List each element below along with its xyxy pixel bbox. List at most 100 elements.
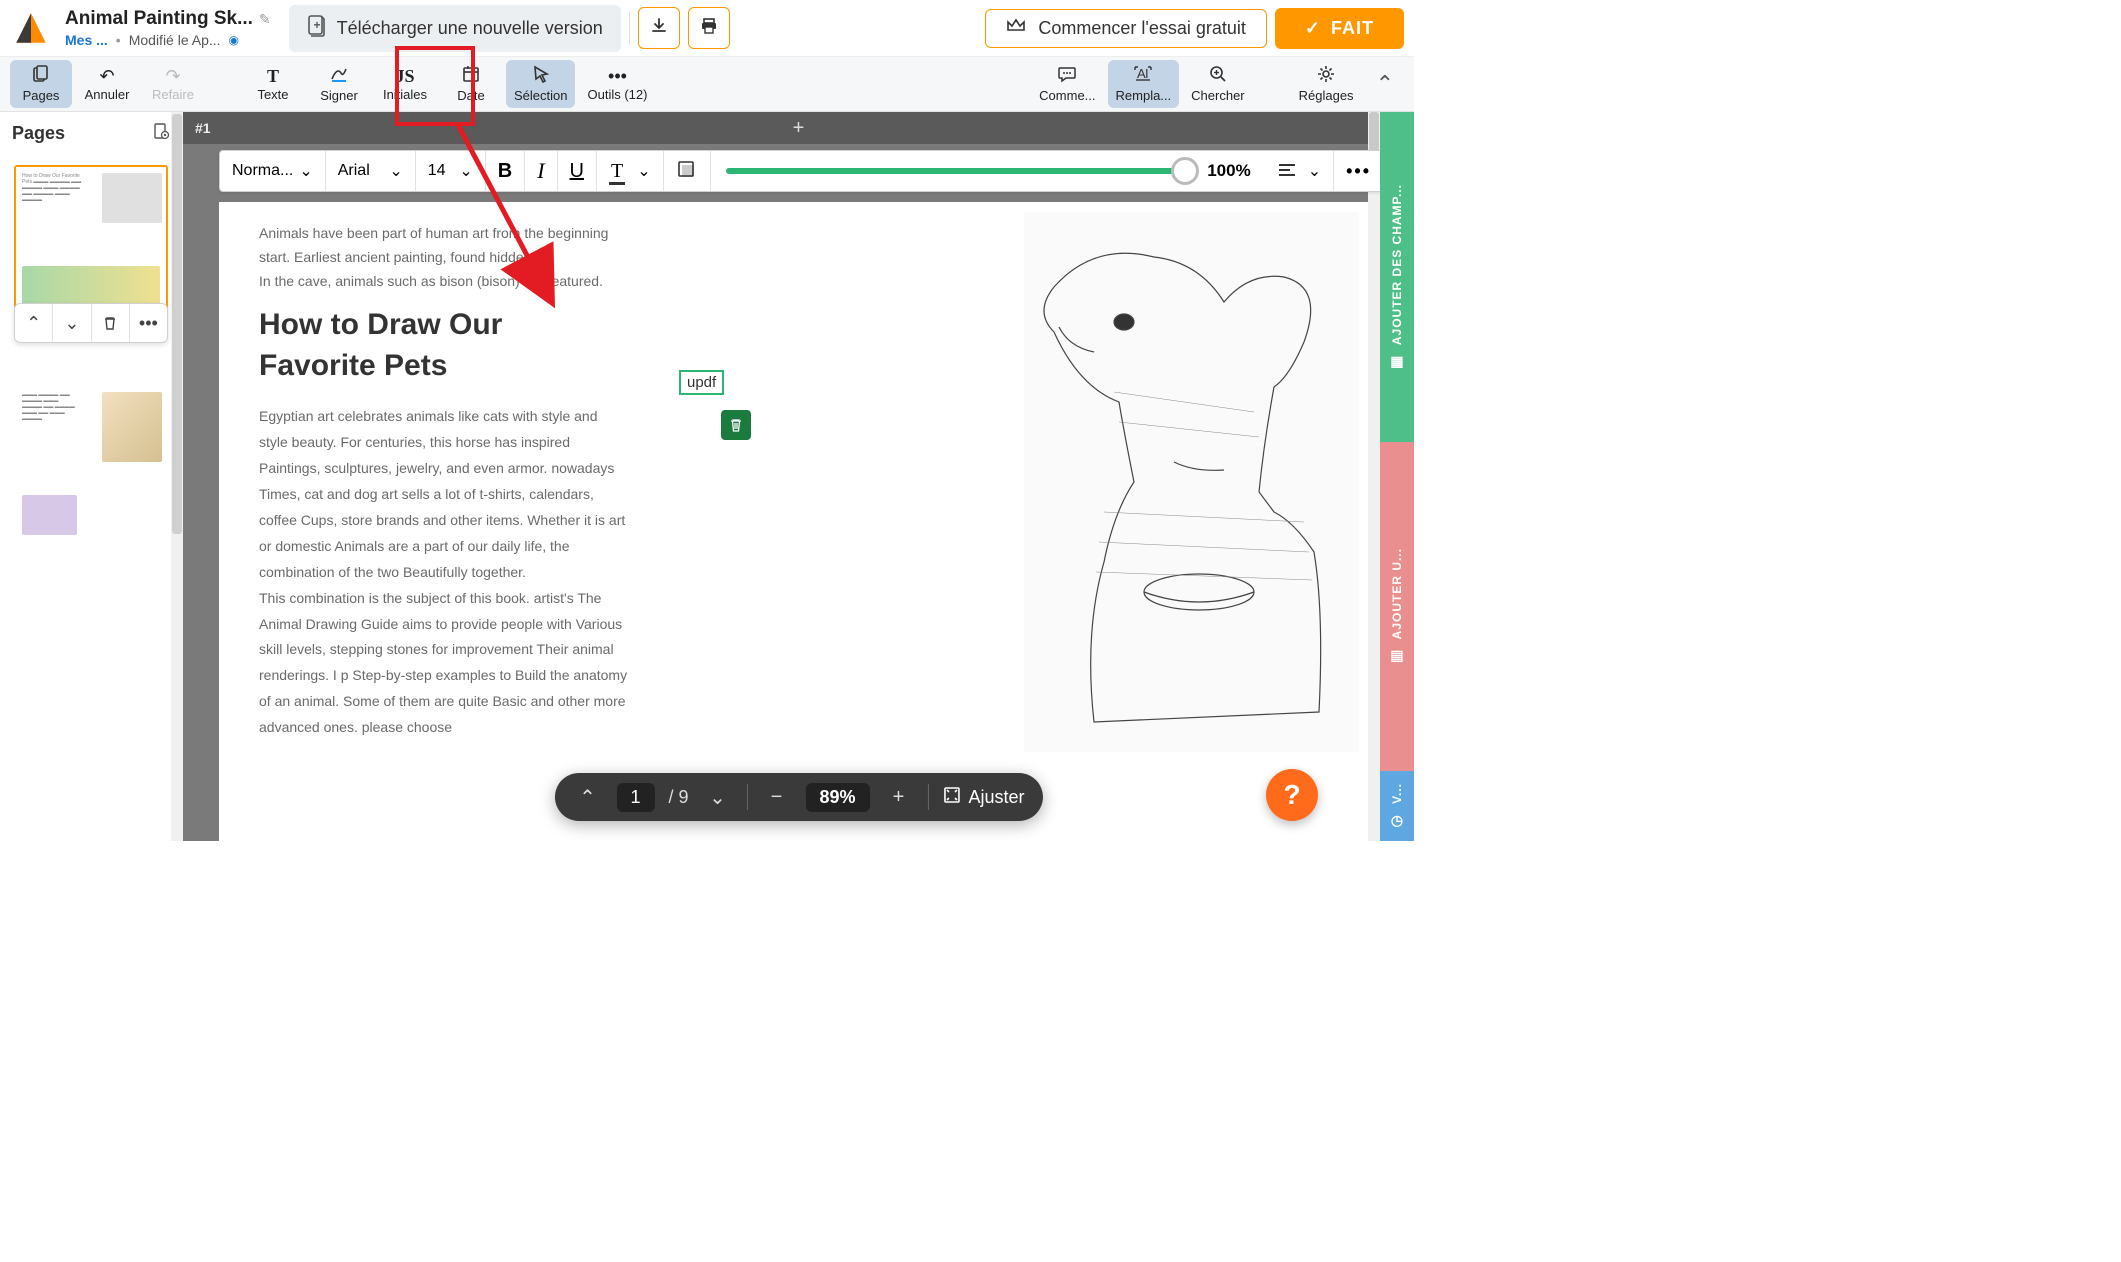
fontsize-dropdown[interactable]: 14 ⌄ — [416, 151, 486, 191]
tool-pages[interactable]: Pages — [10, 60, 72, 108]
vtab-add-fields[interactable]: AJOUTER DES CHAMP... ▦ — [1380, 112, 1414, 442]
more-icon: ••• — [1346, 161, 1371, 182]
vtab-add-element[interactable]: AJOUTER U... ▤ — [1380, 442, 1414, 772]
edit-title-icon[interactable]: ✎ — [259, 11, 271, 28]
element-icon: ▤ — [1390, 647, 1403, 664]
help-button[interactable]: ? — [1266, 769, 1318, 821]
document-page[interactable]: Animals have been part of human art from… — [219, 202, 1384, 841]
thumb-delete[interactable] — [92, 304, 130, 342]
tool-redo[interactable]: ↷ Refaire — [142, 60, 204, 108]
text-icon: T — [267, 67, 279, 85]
pages-icon — [32, 65, 50, 86]
tool-initials[interactable]: JS Initiales — [374, 60, 436, 108]
my-docs-link[interactable]: Mes ... — [65, 32, 108, 48]
comment-icon — [1057, 65, 1077, 86]
sidebar-scrollbar[interactable] — [171, 112, 183, 841]
tool-replace[interactable]: AI Rempla... — [1108, 60, 1180, 108]
font-dropdown[interactable]: Arial ⌄ — [326, 151, 416, 191]
pages-settings-icon[interactable] — [152, 122, 170, 145]
bold-button[interactable]: B — [486, 151, 525, 191]
tool-sign[interactable]: Signer — [308, 60, 370, 108]
svg-text:I: I — [1145, 66, 1149, 81]
zoom-level[interactable]: 89% — [805, 783, 869, 812]
app-body: Pages 1 How to Draw Our Favorite Pets ▬▬… — [0, 112, 1414, 841]
tool-initials-label: Initiales — [383, 87, 427, 102]
tool-date-label: Date — [457, 88, 484, 103]
upload-version-button[interactable]: + Télécharger une nouvelle version — [289, 5, 621, 52]
opacity-slider[interactable]: 100% — [711, 161, 1266, 181]
current-page-input[interactable]: 1 — [616, 783, 654, 812]
underline-button[interactable]: U — [558, 151, 597, 191]
separator-dot: • — [116, 32, 121, 48]
more-icon: ••• — [608, 67, 627, 85]
undo-icon: ↶ — [99, 67, 114, 85]
italic-button[interactable]: I — [525, 151, 557, 191]
tool-text-label: Texte — [257, 87, 288, 102]
document-title: Animal Painting Sk... — [65, 8, 253, 30]
style-dropdown[interactable]: Norma... ⌄ — [220, 151, 326, 191]
text-color-dropdown[interactable]: T ⌄ — [597, 151, 664, 191]
download-button[interactable] — [638, 7, 680, 49]
thumb-move-up[interactable]: ⌃ — [15, 304, 53, 342]
tool-undo[interactable]: ↶ Annuler — [76, 60, 138, 108]
format-more-button[interactable]: ••• — [1334, 151, 1383, 191]
delete-selection-button[interactable] — [721, 410, 751, 440]
thumb-more[interactable]: ••• — [130, 304, 167, 342]
doc-image-dog — [1024, 212, 1359, 752]
tool-undo-label: Annuler — [85, 87, 130, 102]
prev-page-button[interactable]: ⌃ — [572, 782, 602, 812]
tool-settings-label: Réglages — [1299, 88, 1354, 103]
tool-more-tools[interactable]: ••• Outils (12) — [579, 60, 655, 108]
svg-text:+: + — [313, 18, 320, 32]
replace-icon: AI — [1132, 65, 1154, 86]
initials-icon: JS — [395, 67, 414, 85]
fields-icon: ▦ — [1390, 353, 1403, 370]
sign-icon — [329, 65, 349, 86]
selected-text-box[interactable]: updf — [679, 370, 724, 395]
chevron-down-icon: ⌄ — [389, 161, 402, 181]
magnify-icon — [1209, 65, 1227, 86]
divider — [928, 784, 929, 810]
done-button[interactable]: ✓ FAIT — [1275, 8, 1404, 49]
page-thumbnail-1[interactable]: 1 How to Draw Our Favorite Pets ▬▬▬ ▬▬▬▬… — [14, 165, 168, 324]
tool-redo-label: Refaire — [152, 87, 194, 102]
next-page-button[interactable]: ⌄ — [702, 782, 732, 812]
tool-more-label: Outils (12) — [587, 87, 647, 102]
sync-icon[interactable]: ◉ — [229, 33, 239, 47]
tool-settings[interactable]: Réglages — [1291, 60, 1362, 108]
thumbnail-controls: ⌃ ⌄ ••• — [14, 303, 168, 343]
collapse-toolbar-icon[interactable]: ⌃ — [1366, 71, 1404, 97]
highlight-button[interactable] — [664, 151, 711, 191]
underline-icon: U — [570, 160, 584, 183]
page-thumbnail-2[interactable]: 2 ▬▬▬ ▬▬▬▬ ▬▬ ▬▬▬▬ ▬▬▬ ▬▬▬▬ ▬▬ ▬▬▬▬ ▬▬▬ … — [14, 384, 168, 543]
gear-icon — [1317, 65, 1335, 86]
chevron-down-icon: ⌄ — [459, 161, 472, 181]
opacity-value: 100% — [1207, 161, 1250, 181]
check-icon: ✓ — [1305, 18, 1321, 39]
fit-button[interactable]: Ajuster — [943, 786, 1025, 809]
add-page-icon[interactable]: + — [793, 117, 805, 140]
tool-date[interactable]: Date — [440, 60, 502, 108]
page-tab-label[interactable]: #1 — [195, 120, 211, 136]
tool-text[interactable]: T Texte — [242, 60, 304, 108]
fit-icon — [943, 786, 961, 809]
zoom-in-button[interactable]: + — [884, 782, 914, 812]
tool-search[interactable]: Chercher — [1183, 60, 1252, 108]
start-trial-button[interactable]: Commencer l'essai gratuit — [985, 9, 1267, 48]
thumb-move-down[interactable]: ⌄ — [53, 304, 91, 342]
tool-comment[interactable]: Comme... — [1031, 60, 1103, 108]
align-dropdown[interactable]: ⌄ — [1266, 151, 1334, 191]
thumb-image-placeholder — [102, 173, 162, 223]
tool-selection-label: Sélection — [514, 88, 567, 103]
italic-icon: I — [537, 158, 544, 184]
zoom-out-button[interactable]: − — [761, 782, 791, 812]
slider-track[interactable] — [726, 168, 1198, 174]
canvas-scrollbar[interactable] — [1368, 112, 1380, 841]
font-label: Arial — [338, 162, 370, 180]
print-button[interactable] — [688, 7, 730, 49]
doc-body-text: Egyptian art celebrates animals like cat… — [259, 404, 629, 741]
tool-selection[interactable]: Sélection — [506, 60, 575, 108]
vtab-view[interactable]: V... ◷ — [1380, 771, 1414, 841]
style-label: Norma... — [232, 162, 293, 180]
thumbnails-list[interactable]: 1 How to Draw Our Favorite Pets ▬▬▬ ▬▬▬▬… — [0, 155, 182, 841]
